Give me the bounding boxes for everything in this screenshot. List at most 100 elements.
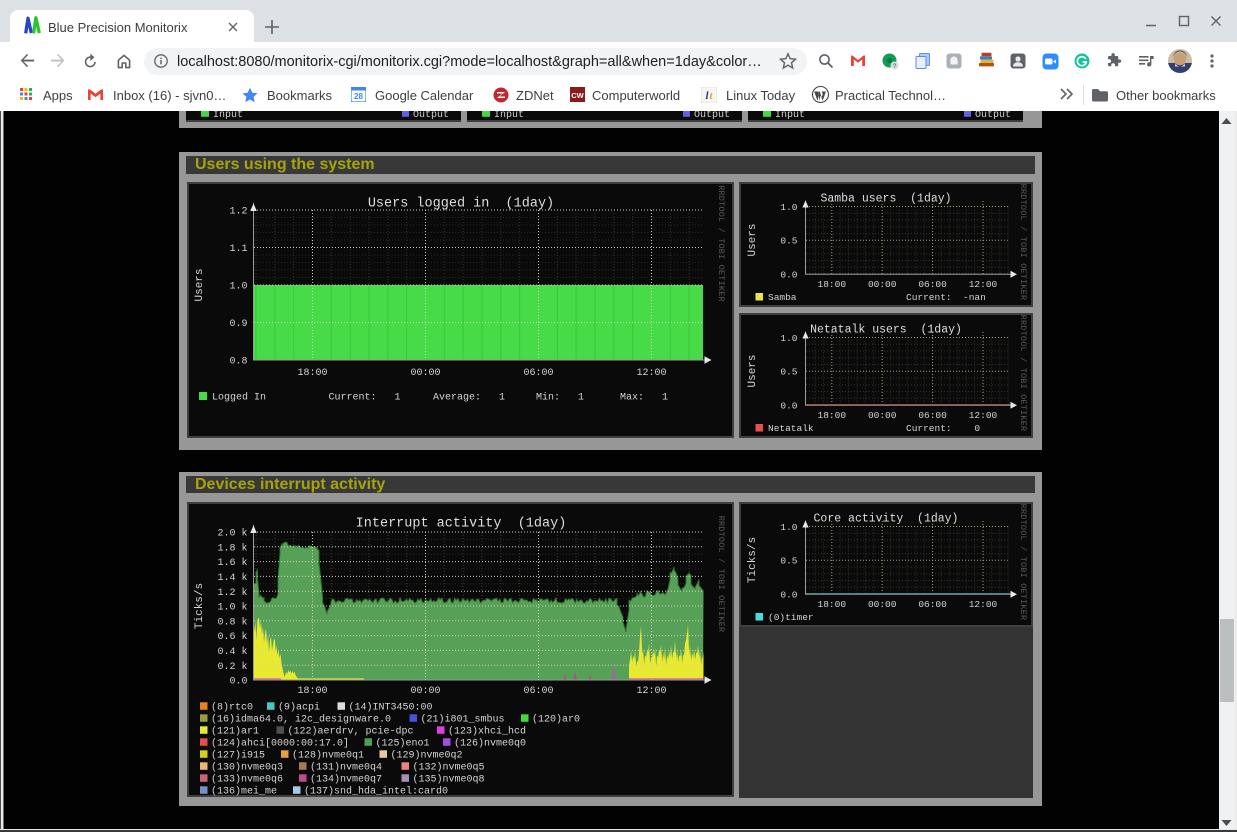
- svg-text:RRDTOOL / TOBI OETIKER: RRDTOOL / TOBI OETIKER: [1018, 503, 1028, 620]
- svg-text:00:00: 00:00: [410, 686, 440, 697]
- svg-text:Output: Output: [694, 111, 730, 121]
- svg-text:Netatalk users (1day): Netatalk users (1day): [810, 323, 962, 336]
- svg-text:1.2: 1.2: [229, 206, 247, 217]
- svg-text:12:00: 12:00: [969, 409, 998, 420]
- svg-text:Output: Output: [975, 111, 1011, 121]
- svg-text:Current: 0: Current: 0: [906, 423, 980, 434]
- svg-text:(16)idma64.0, i2c_designware.0: (16)idma64.0, i2c_designware.0: [211, 713, 391, 725]
- svg-text:Users: Users: [194, 268, 206, 301]
- svg-text:Netatalk: Netatalk: [768, 423, 814, 434]
- svg-text:0.8: 0.8: [229, 356, 247, 367]
- svg-text:(123)xhci_hcd: (123)xhci_hcd: [448, 725, 526, 737]
- svg-text:1.0: 1.0: [780, 332, 797, 343]
- svg-text:CW: CW: [571, 91, 584, 100]
- svg-text:RRDTOOL / TOBI OETIKER: RRDTOOL / TOBI OETIKER: [1018, 183, 1028, 300]
- svg-text:(136)mei_me: (136)mei_me: [211, 785, 277, 796]
- svg-text:12:00: 12:00: [969, 278, 998, 289]
- svg-text:28: 28: [354, 92, 363, 101]
- svg-text:0.2 k: 0.2 k: [217, 660, 247, 672]
- svg-text:(14)INT3450:00: (14)INT3450:00: [349, 701, 433, 713]
- svg-text:Users: Users: [747, 223, 759, 256]
- svg-text:(122)aerdrv, pcie-dpc: (122)aerdrv, pcie-dpc: [288, 725, 414, 737]
- svg-text:1.0: 1.0: [229, 281, 247, 292]
- svg-text:18:00: 18:00: [818, 409, 847, 420]
- svg-text:Min: 1: Min: 1: [536, 391, 584, 403]
- svg-text:0.5: 0.5: [780, 555, 797, 566]
- svg-text:06:00: 06:00: [523, 368, 553, 379]
- svg-text:0.0: 0.0: [780, 269, 797, 280]
- svg-text:18:00: 18:00: [818, 598, 847, 609]
- svg-text:00:00: 00:00: [868, 598, 897, 609]
- svg-text:06:00: 06:00: [918, 598, 947, 609]
- svg-text:Ticks/s: Ticks/s: [194, 582, 206, 628]
- svg-text:12:00: 12:00: [636, 686, 666, 697]
- svg-text:Samba: Samba: [768, 292, 797, 303]
- svg-text:00:00: 00:00: [868, 278, 897, 289]
- svg-text:(133)nvme0q6: (133)nvme0q6: [211, 773, 283, 785]
- svg-text:0.9: 0.9: [229, 319, 247, 330]
- svg-text:Current: 1: Current: 1: [329, 392, 401, 403]
- svg-text:Core activity (1day): Core activity (1day): [814, 512, 959, 525]
- svg-text:Max: 1: Max: 1: [620, 392, 668, 403]
- svg-text:Output: Output: [413, 111, 449, 121]
- svg-text:1.2 k: 1.2 k: [217, 586, 247, 598]
- svg-text:1.0 k: 1.0 k: [217, 601, 247, 613]
- svg-text:Users: Users: [747, 354, 759, 387]
- svg-text:(125)eno1: (125)eno1: [376, 737, 430, 749]
- svg-text:(126)nvme0q0: (126)nvme0q0: [454, 737, 526, 749]
- svg-text:1.0: 1.0: [780, 521, 797, 532]
- svg-text:06:00: 06:00: [918, 409, 947, 420]
- svg-text:Input: Input: [775, 111, 805, 121]
- svg-text:Input: Input: [213, 111, 243, 121]
- svg-text:0.5: 0.5: [780, 235, 797, 246]
- svg-text:12:00: 12:00: [636, 368, 666, 379]
- svg-text:0.4 k: 0.4 k: [217, 646, 247, 658]
- svg-text:(137)snd_hda_intel:card0: (137)snd_hda_intel:card0: [304, 785, 448, 796]
- svg-text:(120)ar0: (120)ar0: [532, 713, 580, 725]
- svg-text:Current: -nan: Current: -nan: [906, 292, 986, 303]
- svg-text:(128)nvme0q1: (128)nvme0q1: [292, 749, 364, 761]
- svg-text:06:00: 06:00: [523, 686, 553, 697]
- svg-text:1.4 k: 1.4 k: [217, 572, 247, 584]
- svg-text:(130)nvme0q3: (130)nvme0q3: [211, 761, 283, 773]
- svg-text:(21)i801_smbus: (21)i801_smbus: [421, 713, 505, 725]
- svg-text:12:00: 12:00: [969, 598, 998, 609]
- svg-text:(121)ar1: (121)ar1: [211, 725, 259, 737]
- svg-text:Input: Input: [494, 111, 524, 121]
- svg-text:(131)nvme0q4: (131)nvme0q4: [310, 761, 382, 773]
- svg-text:(124)ahci[0000:00:17.0]: (124)ahci[0000:00:17.0]: [211, 737, 349, 749]
- svg-text:0.8 k: 0.8 k: [217, 616, 247, 628]
- svg-text:18:00: 18:00: [297, 686, 327, 697]
- svg-text:(134)nvme0q7: (134)nvme0q7: [310, 773, 382, 785]
- svg-text:1.0: 1.0: [780, 201, 797, 212]
- svg-text:Users logged in (1day): Users logged in (1day): [368, 196, 554, 211]
- svg-text:(0)timer: (0)timer: [768, 612, 814, 623]
- svg-text:?: ?: [893, 63, 897, 70]
- svg-text:18:00: 18:00: [297, 368, 327, 379]
- svg-text:(129)nvme0q2: (129)nvme0q2: [391, 749, 463, 761]
- svg-text:0.0: 0.0: [780, 589, 797, 600]
- svg-text:(135)nvme0q8: (135)nvme0q8: [413, 773, 485, 785]
- svg-text:Interrupt activity (1day): Interrupt activity (1day): [356, 516, 567, 531]
- svg-text:1.8 k: 1.8 k: [217, 542, 247, 554]
- svg-text:Samba users (1day): Samba users (1day): [820, 192, 951, 205]
- svg-text:0.5: 0.5: [780, 366, 797, 377]
- svg-text:00:00: 00:00: [410, 368, 440, 379]
- svg-text:1.6 k: 1.6 k: [217, 557, 247, 569]
- svg-text:Average: 1: Average: 1: [433, 392, 505, 403]
- svg-text:0.0: 0.0: [229, 676, 247, 687]
- svg-text:00:00: 00:00: [868, 409, 897, 420]
- svg-text:1.1: 1.1: [229, 244, 247, 255]
- svg-text:Logged In: Logged In: [212, 391, 266, 403]
- svg-text:(9)acpi: (9)acpi: [278, 701, 320, 713]
- svg-text:(127)i915: (127)i915: [211, 749, 265, 761]
- svg-text:0.0: 0.0: [780, 400, 797, 411]
- svg-text:(8)rtc0: (8)rtc0: [211, 701, 253, 713]
- svg-text:Ticks/s: Ticks/s: [747, 536, 759, 582]
- svg-text:18:00: 18:00: [818, 278, 847, 289]
- svg-text:(132)nvme0q5: (132)nvme0q5: [413, 761, 485, 773]
- svg-text:RRDTOOL / TOBI OETIKER: RRDTOOL / TOBI OETIKER: [716, 515, 726, 632]
- svg-text:2.0 k: 2.0 k: [217, 527, 247, 539]
- svg-text:06:00: 06:00: [918, 278, 947, 289]
- svg-text:0.6 k: 0.6 k: [217, 631, 247, 643]
